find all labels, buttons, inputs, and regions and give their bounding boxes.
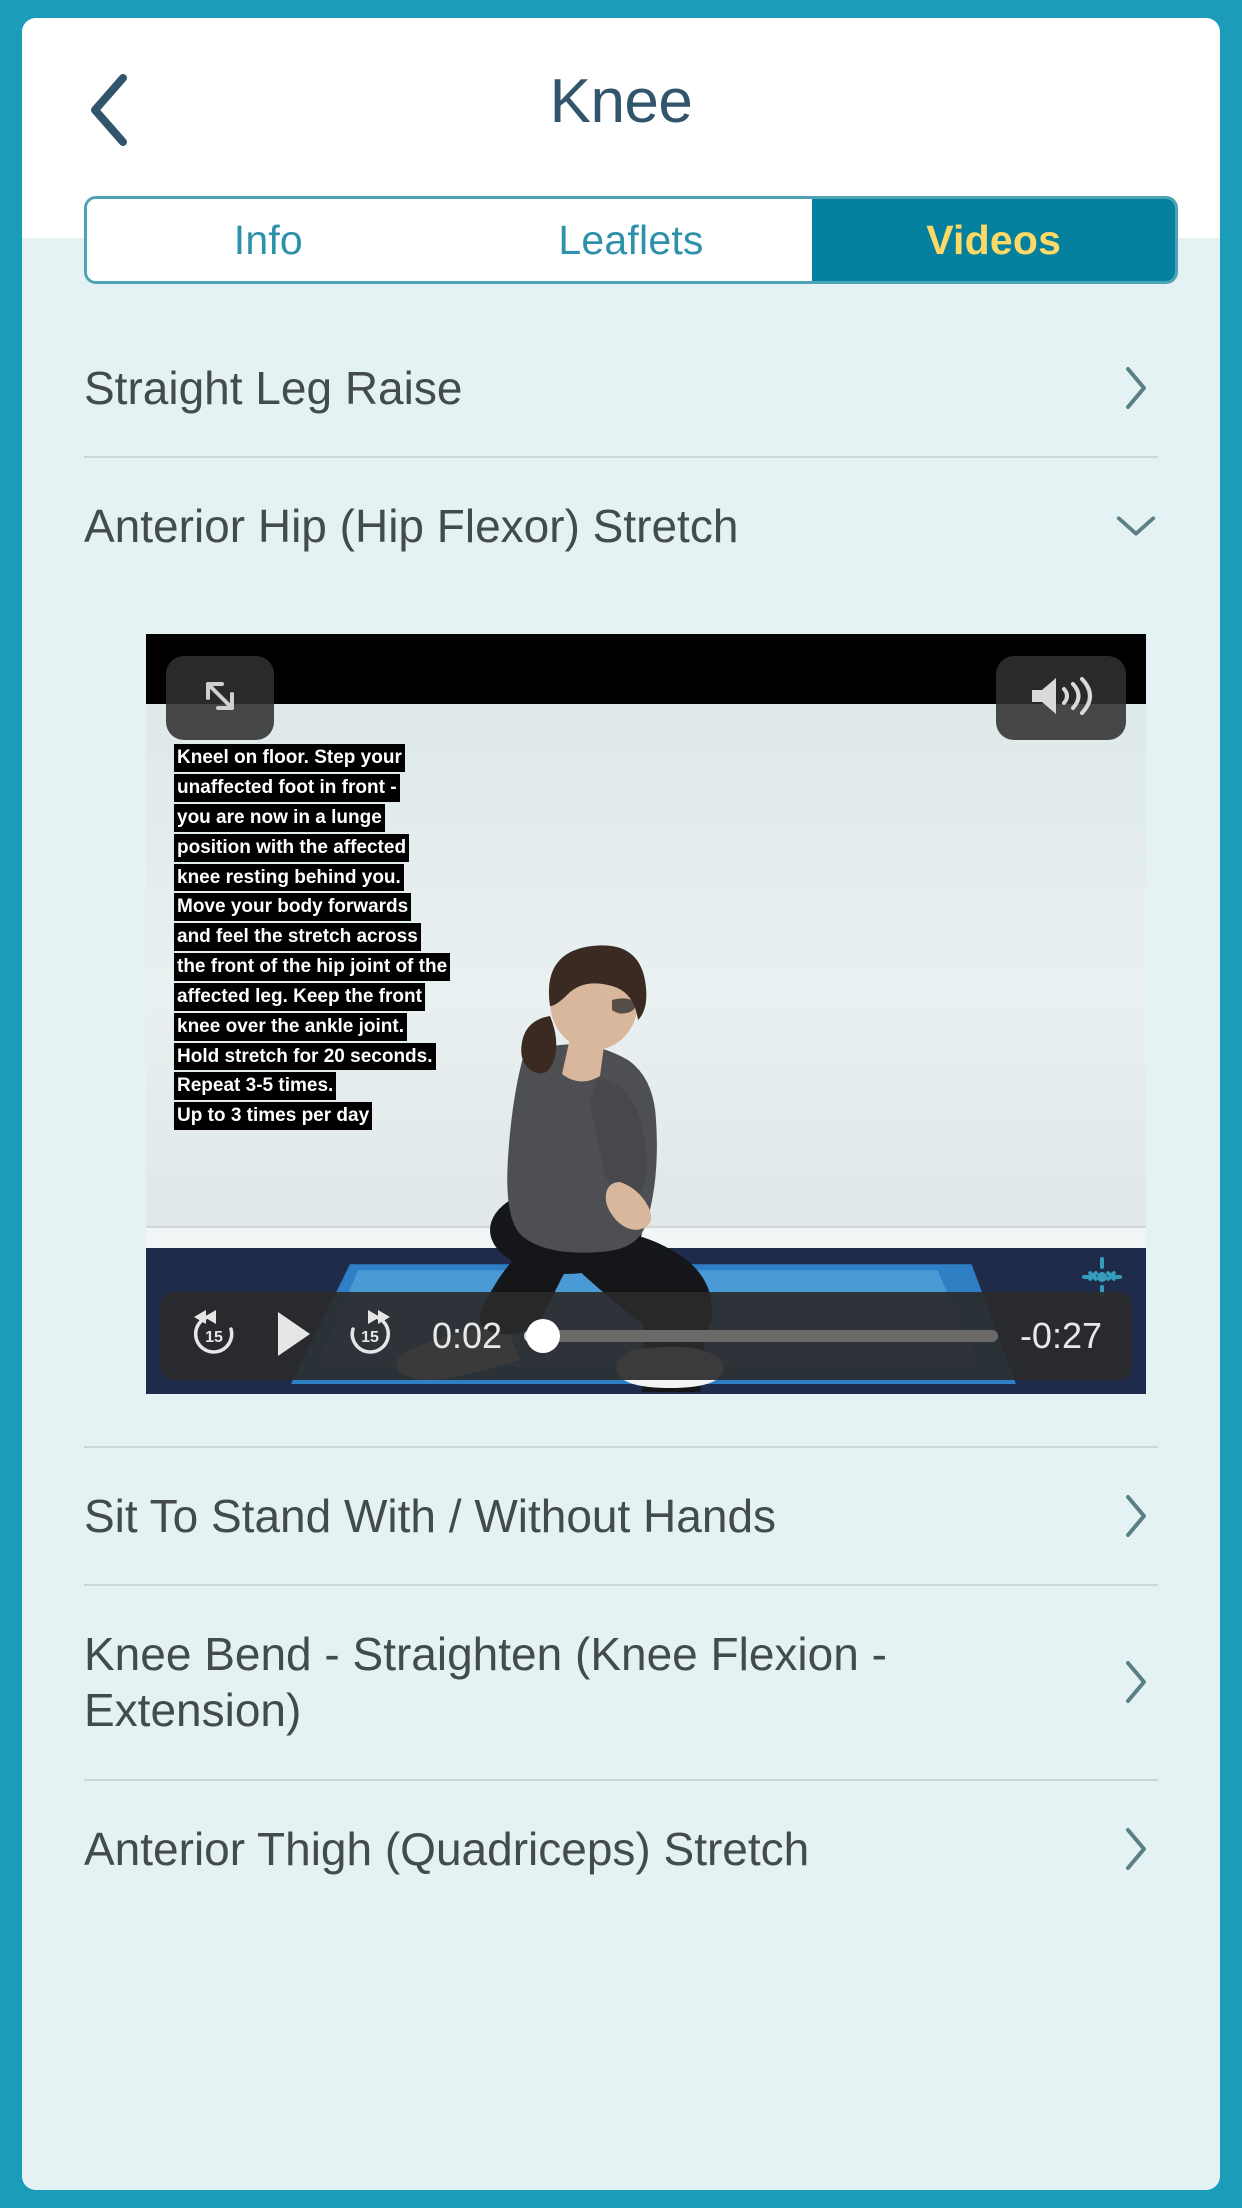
tab-bar: Info Leaflets Videos	[84, 196, 1178, 284]
caption-line: Move your body forwards	[174, 893, 412, 922]
caption-line: Up to 3 times per day	[174, 1102, 373, 1130]
svg-text:15: 15	[205, 1329, 223, 1346]
list-item-label: Anterior Hip (Hip Flexor) Stretch	[84, 500, 739, 553]
tab-videos[interactable]: Videos	[812, 199, 1175, 281]
video-caption: Kneel on floor. Step your unaffected foo…	[174, 744, 451, 1132]
list-item[interactable]: Sit To Stand With / Without Hands	[84, 1446, 1158, 1587]
play-button[interactable]	[268, 1306, 316, 1367]
remaining-time: -0:27	[1019, 1315, 1102, 1357]
progress-knob[interactable]	[526, 1319, 561, 1354]
current-time: 0:02	[432, 1315, 503, 1357]
chevron-right-icon	[1114, 1489, 1158, 1543]
svg-text:15: 15	[361, 1329, 379, 1346]
list-item[interactable]: Knee Bend - Straighten (Knee Flexion - E…	[84, 1586, 1158, 1781]
video-player[interactable]: Kneel on floor. Step your unaffected foo…	[146, 634, 1146, 1395]
app-screen: Knee Info Leaflets Videos Straight Leg R…	[22, 18, 1220, 2190]
forward-15-button[interactable]: 15	[342, 1306, 398, 1367]
caption-line: Repeat 3-5 times.	[174, 1072, 337, 1101]
caption-line: unaffected foot in front -	[174, 774, 400, 802]
list-item-label: Straight Leg Raise	[84, 362, 463, 414]
volume-high-icon	[1024, 670, 1098, 727]
chevron-right-icon	[1114, 361, 1158, 415]
list-item[interactable]: Straight Leg Raise	[84, 320, 1158, 459]
caption-line: Kneel on floor. Step your	[174, 744, 405, 773]
caption-line: Hold stretch for 20 seconds.	[174, 1042, 436, 1071]
video-player-container: Kneel on floor. Step your unaffected foo…	[84, 594, 1158, 1395]
fullscreen-button[interactable]	[166, 656, 274, 741]
app-header: Knee Info Leaflets Videos	[22, 18, 1220, 284]
caption-line: position with the affected	[174, 833, 410, 862]
video-controls: 15 15 0:02 -0:27	[160, 1292, 1132, 1381]
video-list: Straight Leg Raise Anterior Hip (Hip Fle…	[22, 320, 1220, 1917]
list-item-label: Anterior Thigh (Quadriceps) Stretch	[84, 1822, 810, 1875]
progress-scrubber[interactable]	[524, 1319, 998, 1354]
caption-line: knee resting behind you.	[174, 863, 404, 892]
list-item-label: Knee Bend - Straighten (Knee Flexion - E…	[84, 1628, 887, 1737]
caption-line: the front of the hip joint of the	[174, 953, 451, 981]
list-item-expanded[interactable]: Anterior Hip (Hip Flexor) Stretch	[84, 458, 1158, 594]
tab-leaflets[interactable]: Leaflets	[449, 199, 813, 281]
play-icon	[268, 1306, 316, 1367]
rewind-15-button[interactable]: 15	[186, 1306, 242, 1367]
forward-15-icon: 15	[342, 1306, 398, 1367]
chevron-right-icon	[1114, 1822, 1158, 1876]
caption-line: knee over the ankle joint.	[174, 1012, 408, 1041]
chevron-down-icon	[1114, 499, 1158, 553]
rewind-15-icon: 15	[186, 1306, 242, 1367]
fullscreen-expand-icon	[194, 670, 246, 727]
caption-line: and feel the stretch across	[174, 923, 421, 952]
caption-line: affected leg. Keep the front	[174, 982, 425, 1011]
chevron-right-icon	[1114, 1655, 1158, 1709]
caption-line: you are now in a lunge	[174, 803, 385, 832]
page-title: Knee	[549, 67, 693, 136]
tab-info[interactable]: Info	[87, 199, 450, 281]
videos-list-panel: Straight Leg Raise Anterior Hip (Hip Fle…	[22, 238, 1220, 2190]
list-item-label: Sit To Stand With / Without Hands	[84, 1490, 777, 1543]
volume-button[interactable]	[996, 656, 1126, 741]
list-item[interactable]: Anterior Thigh (Quadriceps) Stretch	[84, 1781, 1158, 1917]
video-frame-image: Kneel on floor. Step your unaffected foo…	[146, 634, 1146, 1395]
